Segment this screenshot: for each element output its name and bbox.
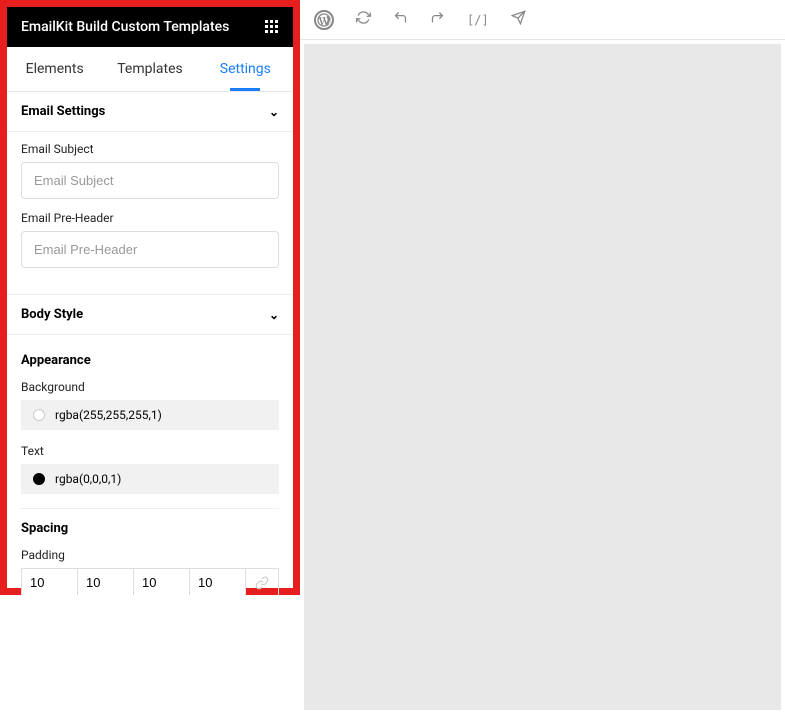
panel-header: EmailKit Build Custom Templates (7, 7, 293, 47)
tab-templates[interactable]: Templates (102, 47, 197, 91)
chevron-down-icon: ⌄ (269, 308, 279, 322)
text-color-field[interactable]: rgba(0,0,0,1) (21, 464, 279, 494)
email-preheader-label: Email Pre-Header (21, 211, 279, 225)
padding-label: Padding (21, 548, 279, 562)
section-body-style-header[interactable]: Body Style ⌄ (7, 295, 293, 335)
wordpress-logo-icon[interactable] (314, 10, 334, 30)
email-preheader-input[interactable] (21, 231, 279, 268)
color-swatch-icon (33, 473, 45, 485)
editor-canvas[interactable] (304, 44, 781, 710)
tab-settings[interactable]: Settings (198, 47, 293, 91)
link-values-icon[interactable] (246, 569, 278, 596)
chevron-down-icon: ⌄ (269, 105, 279, 119)
section-body-style-body: Appearance Background rgba(255,255,255,1… (7, 335, 293, 626)
tab-elements[interactable]: Elements (7, 47, 102, 91)
shortcode-icon[interactable]: [/] (467, 13, 489, 27)
padding-right-input[interactable] (190, 569, 245, 596)
text-color-label: Text (21, 444, 279, 458)
tabs: Elements Templates Settings (7, 47, 293, 92)
editor-area: [/] (300, 0, 785, 714)
section-title: Email Settings (21, 104, 105, 119)
background-color-field[interactable]: rgba(255,255,255,1) (21, 400, 279, 430)
send-icon[interactable] (511, 10, 526, 29)
sidebar-panel: EmailKit Build Custom Templates Elements… (0, 0, 300, 595)
email-subject-input[interactable] (21, 162, 279, 199)
redo-icon[interactable] (430, 10, 445, 29)
text-color-value: rgba(0,0,0,1) (55, 472, 121, 486)
editor-toolbar: [/] (300, 0, 785, 40)
refresh-icon[interactable] (356, 10, 371, 29)
section-title: Body Style (21, 307, 83, 322)
email-subject-label: Email Subject (21, 142, 279, 156)
panel-title: EmailKit Build Custom Templates (21, 19, 229, 35)
section-email-settings-body: Email Subject Email Pre-Header (7, 132, 293, 295)
color-swatch-icon (33, 409, 45, 421)
appearance-label: Appearance (21, 353, 279, 368)
padding-bottom-input[interactable] (134, 569, 189, 596)
undo-icon[interactable] (393, 10, 408, 29)
spacing-label: Spacing (21, 521, 279, 536)
divider (21, 508, 279, 509)
background-label: Background (21, 380, 279, 394)
padding-left-input[interactable] (78, 569, 133, 596)
apps-grid-icon[interactable] (265, 20, 279, 34)
background-color-value: rgba(255,255,255,1) (55, 408, 162, 422)
section-email-settings-header[interactable]: Email Settings ⌄ (7, 92, 293, 132)
padding-top-input[interactable] (22, 569, 77, 596)
left-empty-area (0, 595, 300, 714)
